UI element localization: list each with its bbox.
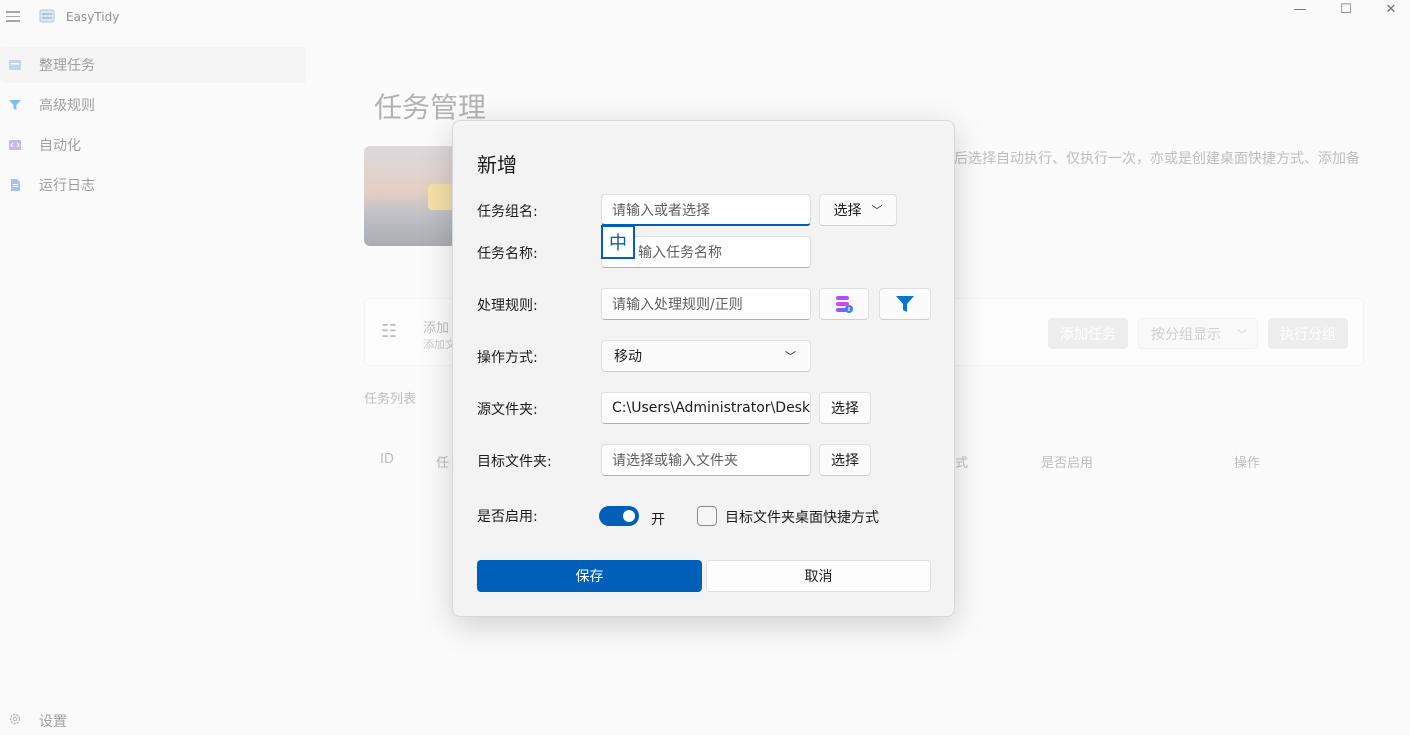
target-folder-input[interactable]: 请选择或输入文件夹 (601, 444, 811, 476)
group-name-input[interactable]: 请输入或者选择 (601, 194, 811, 226)
ime-indicator: 中 (601, 225, 635, 259)
source-folder-select-button[interactable]: 选择 (819, 392, 871, 424)
enabled-toggle-text: 开 (651, 512, 665, 528)
operation-label: 操作方式: (477, 350, 538, 366)
task-name-label: 任务名称: (477, 246, 538, 262)
filter-button[interactable] (879, 288, 931, 320)
target-folder-select-button[interactable]: 选择 (819, 444, 871, 476)
operation-dropdown[interactable]: 移动 ﹀ (601, 340, 811, 372)
source-folder-label: 源文件夹: (477, 402, 538, 418)
source-folder-input[interactable]: C:\Users\Administrator\Desktop (601, 392, 811, 424)
cancel-button[interactable]: 取消 (706, 560, 931, 592)
group-select-label: 选择 (833, 203, 862, 219)
enabled-toggle[interactable] (599, 506, 639, 526)
group-name-label: 任务组名: (477, 204, 538, 220)
dialog-title: 新增 (477, 153, 517, 177)
chevron-down-icon: ﹀ (785, 350, 796, 363)
rule-list-icon (836, 296, 853, 313)
enabled-label: 是否启用: (477, 509, 538, 525)
rule-list-button[interactable] (819, 288, 869, 320)
target-folder-label: 目标文件夹: (477, 454, 552, 470)
chevron-down-icon: ﹀ (871, 204, 883, 217)
filter-icon (896, 296, 914, 312)
rule-input[interactable]: 请输入处理规则/正则 (601, 288, 811, 320)
shortcut-checkbox[interactable] (697, 506, 717, 526)
new-task-dialog: 新增 任务组名: 请输入或者选择 选择 ﹀ 任务名称: 输入任务名称 中 处理规则… (452, 120, 955, 617)
shortcut-checkbox-label: 目标文件夹桌面快捷方式 (725, 510, 879, 526)
save-button[interactable]: 保存 (477, 560, 702, 592)
group-select-dropdown[interactable]: 选择 ﹀ (819, 194, 897, 226)
toggle-knob (623, 510, 635, 522)
operation-value: 移动 (614, 349, 642, 365)
rule-label: 处理规则: (477, 298, 538, 314)
